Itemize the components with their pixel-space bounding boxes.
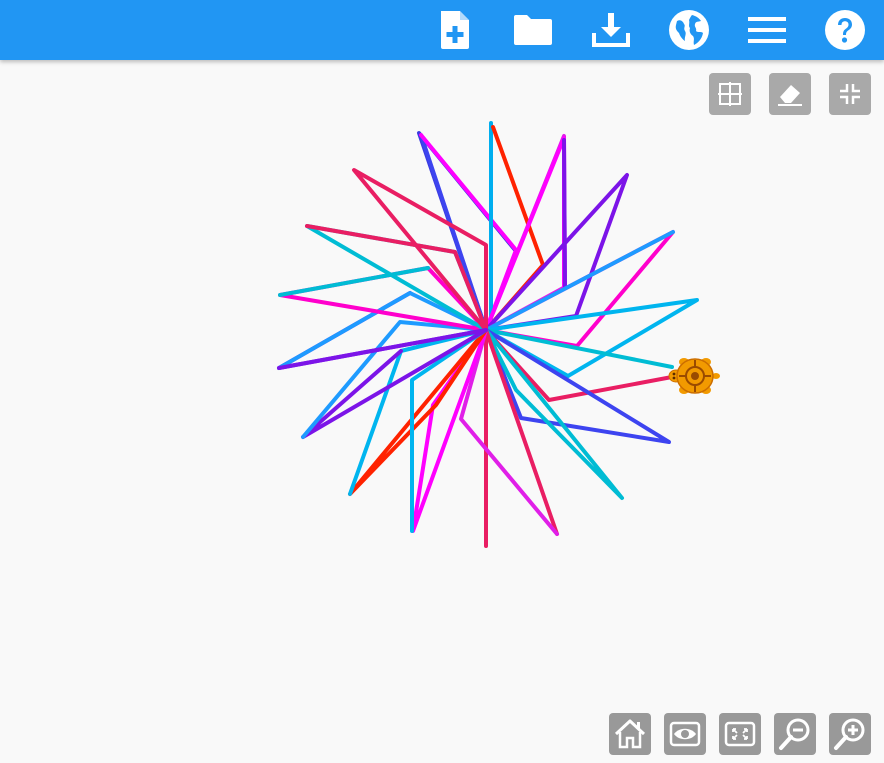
turtle-sprite (668, 358, 720, 394)
turtle-canvas[interactable] (0, 60, 884, 763)
collapse-canvas-icon (840, 84, 860, 104)
language-globe-icon (669, 10, 709, 50)
clear-button[interactable] (769, 73, 811, 115)
home-icon (614, 719, 646, 749)
help-button[interactable] (821, 6, 869, 54)
top-toolbar (0, 0, 884, 60)
fit-to-screen-button[interactable] (719, 713, 761, 755)
new-project-icon (441, 11, 469, 49)
new-project-button[interactable] (431, 6, 479, 54)
zoom-in-button[interactable] (829, 713, 871, 755)
open-project-icon (514, 15, 552, 45)
zoom-out-icon (779, 718, 810, 750)
fit-to-screen-icon (724, 721, 756, 747)
zoom-in-icon (834, 718, 865, 750)
help-icon (825, 10, 865, 50)
collapse-button[interactable] (829, 73, 871, 115)
show-hide-icon (669, 721, 701, 747)
clear-canvas-icon (778, 85, 802, 106)
zoom-out-button[interactable] (774, 713, 816, 755)
home-button[interactable] (609, 713, 651, 755)
open-project-button[interactable] (509, 6, 557, 54)
grid-button[interactable] (709, 73, 751, 115)
menu-button[interactable] (743, 6, 791, 54)
turtle-drawing (277, 121, 720, 548)
show-hide-button[interactable] (664, 713, 706, 755)
menu-icon (748, 17, 786, 43)
language-button[interactable] (665, 6, 713, 54)
save-project-button[interactable] (587, 6, 635, 54)
save-project-icon (592, 13, 630, 47)
grid-toggle-icon (718, 82, 742, 106)
